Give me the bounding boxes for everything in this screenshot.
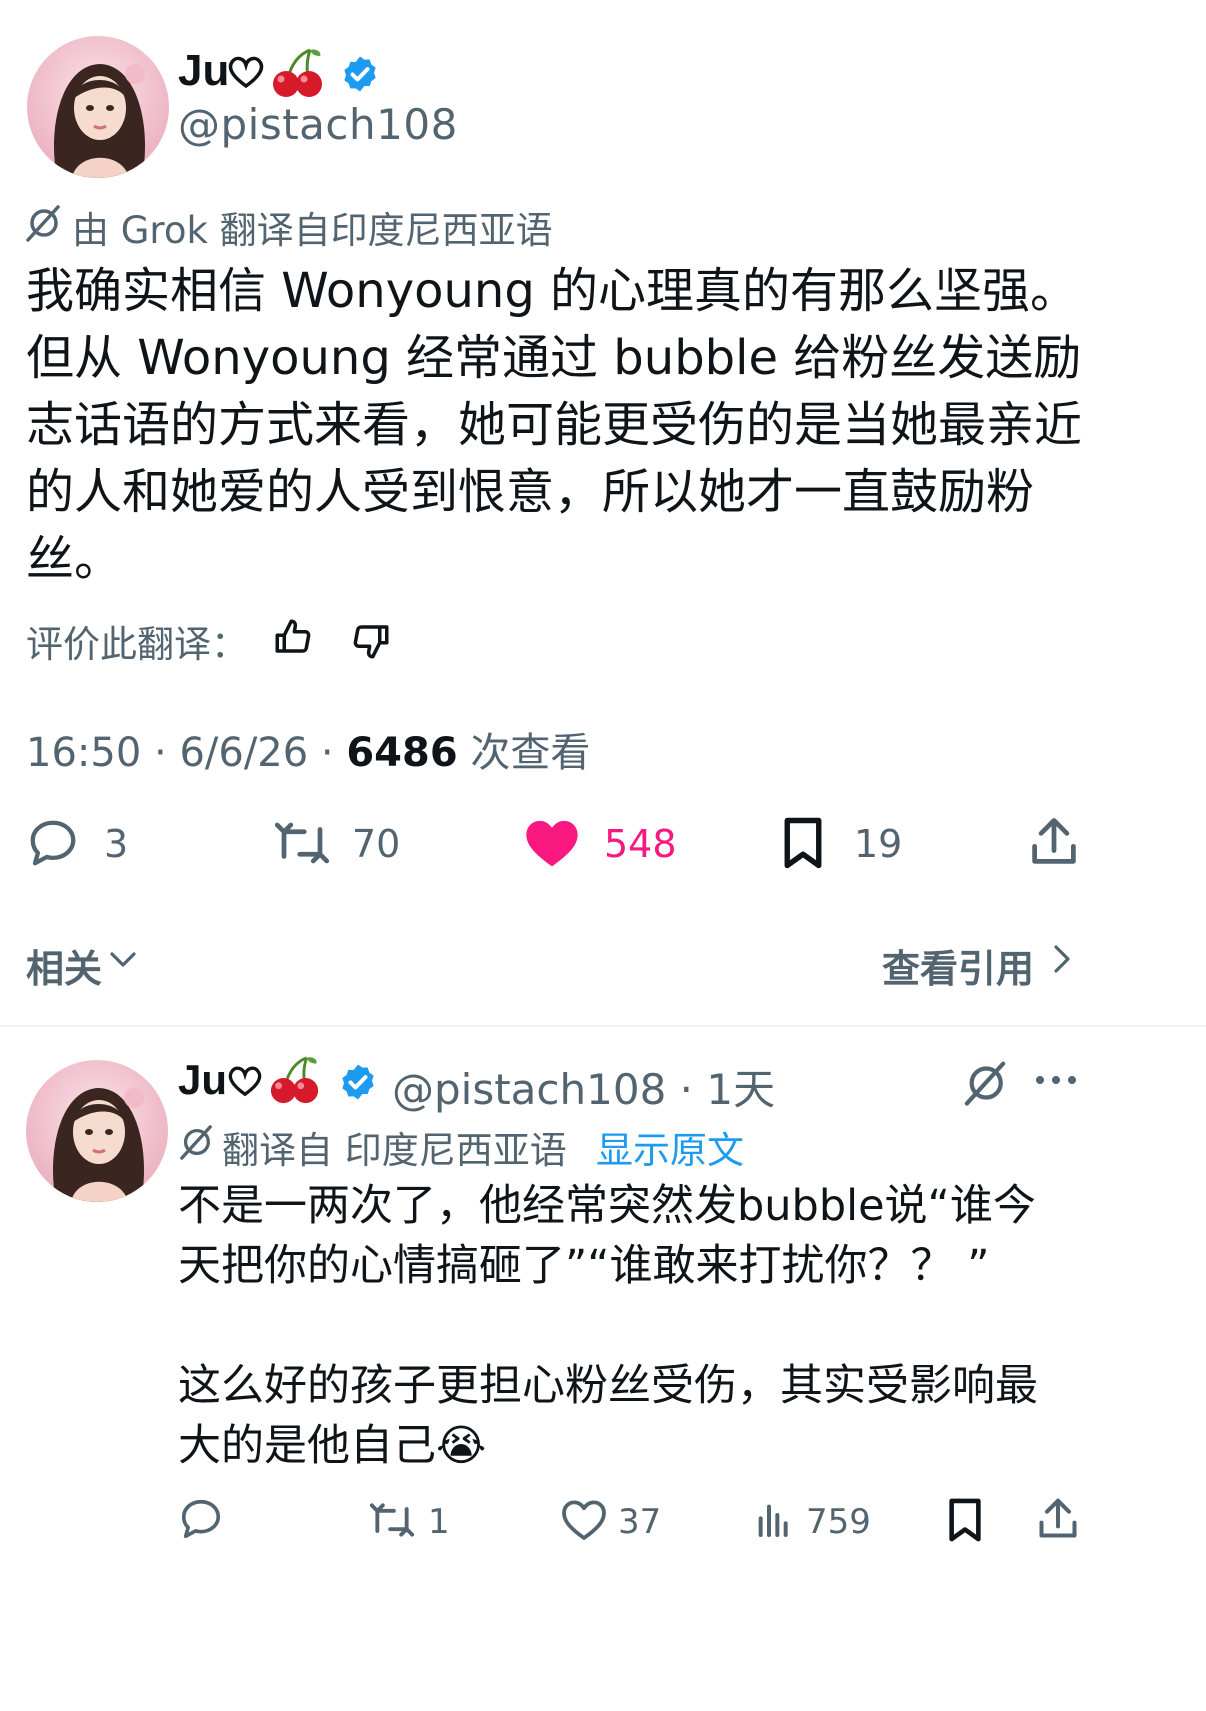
reply-time[interactable]: 1天 bbox=[706, 1065, 775, 1114]
like-count: 548 bbox=[604, 822, 677, 866]
view-quotes-link[interactable]: 查看引用 bbox=[882, 938, 1034, 993]
bookmark-icon[interactable] bbox=[778, 816, 828, 870]
repost-count: 70 bbox=[352, 822, 401, 866]
repost-icon[interactable] bbox=[272, 816, 332, 870]
chevron-down-icon[interactable] bbox=[108, 948, 138, 972]
separator: · bbox=[679, 1065, 694, 1114]
thumbs-down-icon[interactable] bbox=[350, 620, 392, 662]
post-time[interactable]: 16:50 bbox=[26, 730, 141, 776]
verified-badge-icon bbox=[340, 54, 380, 94]
show-original-link[interactable]: 显示原文 bbox=[596, 1120, 744, 1174]
bookmark-count: 19 bbox=[854, 822, 903, 866]
more-icon[interactable] bbox=[1034, 1070, 1078, 1090]
translate-icon bbox=[178, 1124, 214, 1160]
related-label[interactable]: 相关 bbox=[26, 938, 102, 993]
verified-badge-icon bbox=[338, 1062, 378, 1102]
separator: · bbox=[154, 730, 167, 776]
like-icon[interactable] bbox=[560, 1498, 608, 1542]
reply-handle[interactable]: @pistach108 bbox=[392, 1065, 666, 1114]
repost-icon[interactable] bbox=[366, 1498, 418, 1542]
reply-author-name[interactable]: Ju bbox=[178, 1056, 227, 1104]
heart-outline-icon bbox=[226, 54, 266, 90]
reply-count: 3 bbox=[104, 822, 129, 866]
translate-icon[interactable] bbox=[962, 1060, 1008, 1106]
thumbs-up-icon[interactable] bbox=[272, 616, 314, 658]
post-meta: 16:50 · 6/6/26 · 6486 次查看 bbox=[26, 720, 590, 778]
views-label: 次查看 bbox=[470, 730, 591, 776]
reply-icon[interactable] bbox=[26, 816, 80, 870]
views-icon[interactable] bbox=[754, 1500, 794, 1540]
reply-translation-note: 翻译自 印度尼西亚语 bbox=[222, 1129, 567, 1172]
reply-like-count: 37 bbox=[618, 1502, 662, 1542]
reply-view-count: 759 bbox=[806, 1502, 871, 1542]
share-icon[interactable] bbox=[1036, 1494, 1080, 1544]
author-name[interactable]: Ju bbox=[178, 46, 229, 96]
views-count: 6486 bbox=[346, 730, 458, 776]
reply-text-paragraph-2: 这么好的孩子更担心粉丝受伤，其实受影响最大的是他自己😭 bbox=[178, 1361, 1038, 1471]
translation-note: 由 Grok 翻译自印度尼西亚语 bbox=[72, 209, 553, 252]
avatar[interactable] bbox=[27, 36, 169, 178]
reply-icon[interactable] bbox=[178, 1496, 224, 1542]
divider bbox=[0, 1025, 1206, 1027]
like-icon[interactable] bbox=[524, 816, 580, 870]
chevron-right-icon[interactable] bbox=[1048, 942, 1074, 976]
bookmark-icon[interactable] bbox=[944, 1496, 986, 1544]
share-icon[interactable] bbox=[1028, 814, 1080, 870]
author-handle[interactable]: @pistach108 bbox=[178, 100, 458, 149]
post-body: 我确实相信 Wonyoung 的心理真的有那么坚强。但从 Wonyoung 经常… bbox=[26, 263, 1083, 587]
separator: · bbox=[320, 730, 334, 776]
reply-text-paragraph-1: 不是一两次了，他经常突然发bubble说“谁今天把你的心情搞砸了”“谁敢来打扰你… bbox=[178, 1181, 1036, 1291]
cherry-icon bbox=[268, 1052, 322, 1106]
rate-translation-label: 评价此翻译： bbox=[26, 623, 248, 666]
cherry-icon bbox=[270, 44, 326, 100]
reply-avatar[interactable] bbox=[26, 1060, 168, 1202]
post-date[interactable]: 6/6/26 bbox=[179, 730, 308, 776]
reply-repost-count: 1 bbox=[428, 1502, 450, 1542]
reply-handle-line: @pistach108 · 1天 bbox=[392, 1056, 775, 1117]
translate-icon bbox=[24, 204, 62, 242]
heart-outline-icon bbox=[226, 1064, 264, 1098]
